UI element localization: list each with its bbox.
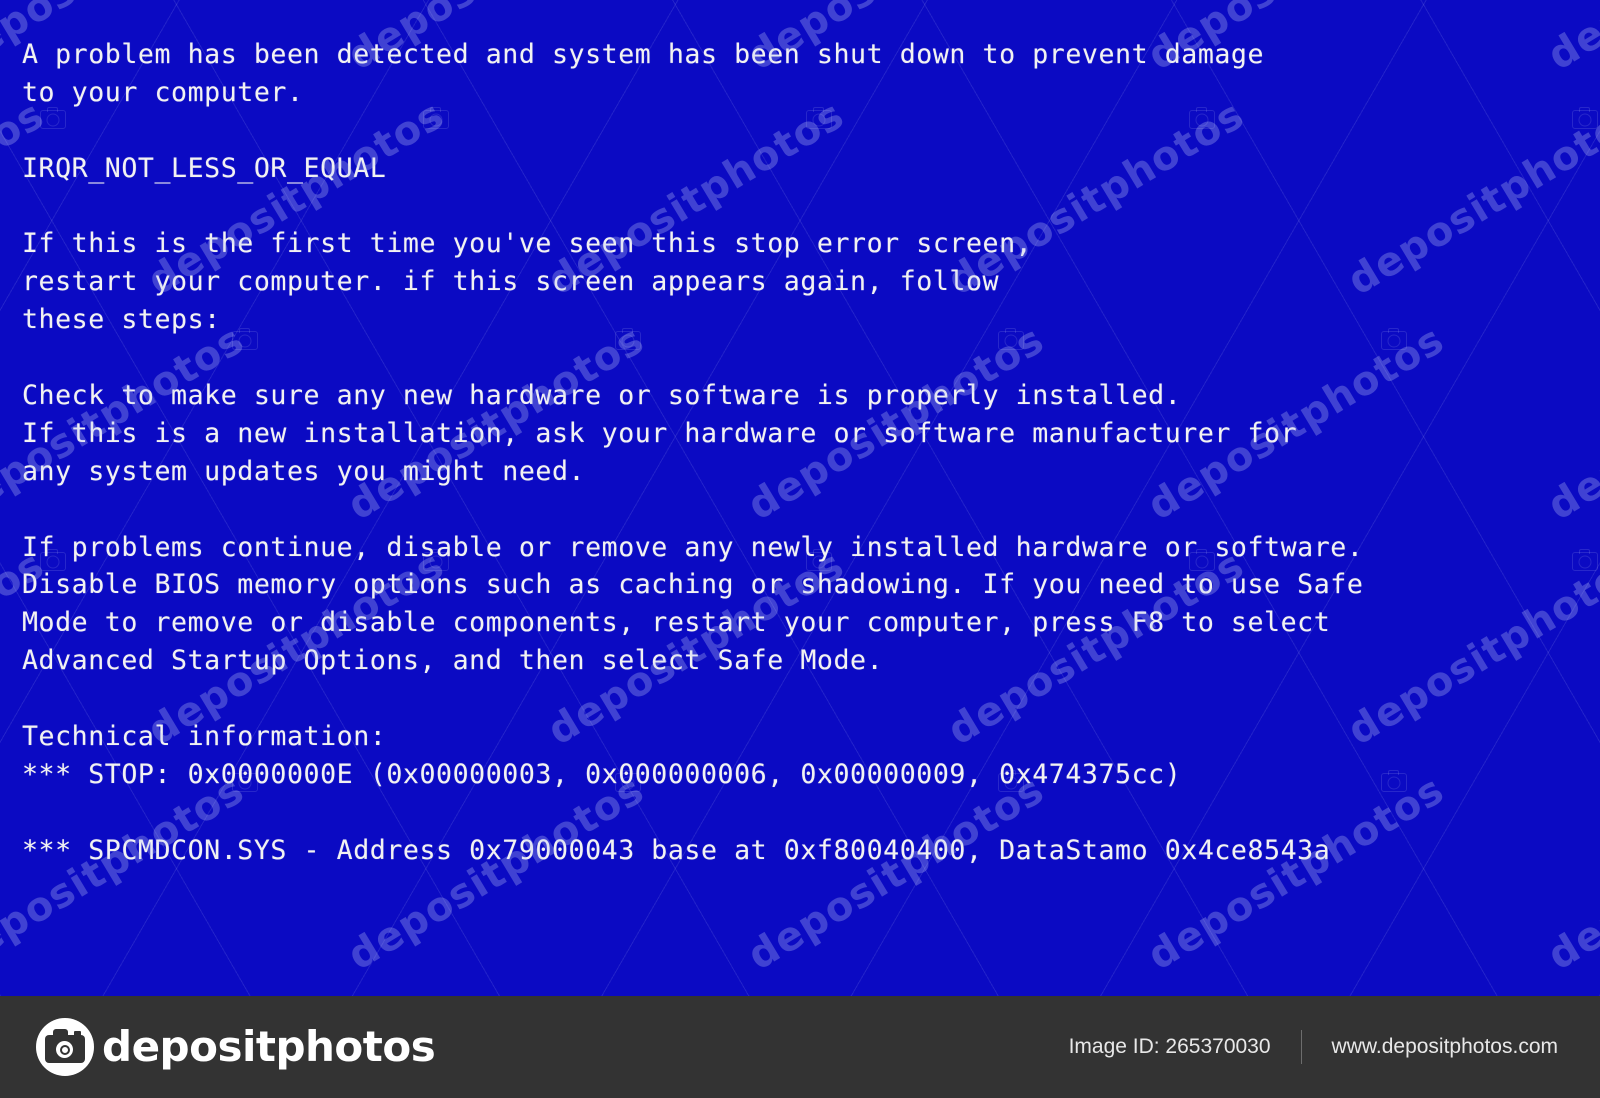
footer-meta: Image ID: 265370030 www.depositphotos.co…: [1069, 1030, 1558, 1064]
stop-error-line: Mode to remove or disable components, re…: [22, 607, 1331, 639]
watermark-text: depositphotos: [1540, 316, 1600, 530]
watermark-camera-icon: [1380, 769, 1407, 792]
stop-error-line: A problem has been detected and system h…: [22, 39, 1265, 70]
watermark-text: depositphotos: [1340, 91, 1600, 305]
brand-name: depositphotos: [102, 1022, 436, 1071]
stop-error-line: Disable BIOS memory options such as cach…: [22, 569, 1364, 601]
stop-error-line: Advanced Startup Options, and then selec…: [22, 645, 884, 677]
camera-circle-icon: [36, 1018, 94, 1076]
watermark-camera-icon: [1572, 548, 1598, 571]
watermark-text: depositphotos: [1540, 0, 1600, 79]
stop-error-line: Technical information:: [22, 721, 387, 753]
watermark-camera-icon: [1380, 327, 1407, 350]
watermark-text: depositphotos: [1340, 541, 1600, 755]
stop-error-line: If problems continue, disable or remove …: [22, 531, 1364, 563]
stop-error-line: *** SPCMDCON.SYS - Address 0x79000043 ba…: [22, 834, 1331, 866]
depositphotos-footer: depositphotos Image ID: 265370030 www.de…: [0, 996, 1600, 1098]
screenshot-root: A problem has been detected and system h…: [0, 0, 1600, 1098]
stop-error-line: these steps:: [22, 304, 221, 336]
stop-error-line: to your computer.: [22, 76, 304, 108]
footer-divider: [1300, 1030, 1302, 1064]
stop-error-line: restart your computer. if this screen ap…: [22, 266, 1000, 298]
stop-error-line: Check to make sure any new hardware or s…: [22, 380, 1182, 412]
blue-screen-of-death: A problem has been detected and system h…: [0, 0, 1600, 996]
stop-error-text: A problem has been detected and system h…: [22, 36, 1363, 870]
watermark-text: depositphotos: [1540, 766, 1600, 980]
image-id-label: Image ID: 265370030: [1068, 1035, 1271, 1058]
watermark-camera-icon: [1572, 106, 1598, 129]
website-link[interactable]: www.depositphotos.com: [1332, 1035, 1558, 1059]
stop-error-line: If this is a new installation, ask your …: [22, 417, 1298, 449]
brand-lockup: depositphotos: [36, 1018, 436, 1076]
stop-error-line: IRQR_NOT_LESS_OR_EQUAL: [22, 152, 387, 184]
stop-error-line: *** STOP: 0x0000000E (0x00000003, 0x0000…: [22, 758, 1182, 790]
stop-error-line: If this is the first time you've seen th…: [22, 228, 1033, 260]
stop-error-line: any system updates you might need.: [22, 455, 586, 487]
